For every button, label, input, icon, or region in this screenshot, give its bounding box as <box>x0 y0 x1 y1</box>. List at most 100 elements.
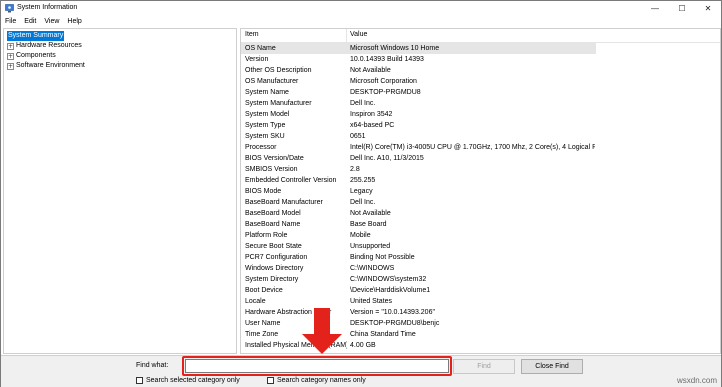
system-information-app-icon <box>5 4 14 13</box>
table-row[interactable]: SMBIOS Version 2.8 <box>241 164 596 175</box>
table-row[interactable]: Hardware Abstraction Layer Version = "10.… <box>241 307 596 318</box>
window-title: System Information <box>17 4 78 11</box>
checkbox-label: Search selected category only <box>146 377 240 384</box>
table-row[interactable]: System Directory C:\WINDOWS\system32 <box>241 274 596 285</box>
row-value-cell: United States <box>350 298 393 305</box>
row-value-cell: 2.8 <box>350 166 360 173</box>
table-row[interactable]: Other OS Description Not Available <box>241 65 596 76</box>
row-value-cell: Dell Inc. A10, 11/3/2015 <box>350 155 424 162</box>
table-row[interactable]: PCR7 Configuration Binding Not Possible <box>241 252 596 263</box>
row-item-cell: Windows Directory <box>245 265 304 272</box>
table-row[interactable]: Platform Role Mobile <box>241 230 596 241</box>
row-item-cell: OS Name <box>245 45 276 52</box>
table-row[interactable]: System Model Inspiron 3542 <box>241 109 596 120</box>
checkbox[interactable] <box>267 377 274 384</box>
column-header-item[interactable]: Item <box>245 31 259 38</box>
row-item-cell: BIOS Version/Date <box>245 155 304 162</box>
table-row[interactable]: System SKU 0651 <box>241 131 596 142</box>
row-value-cell: Microsoft Windows 10 Home <box>350 45 440 52</box>
row-value-cell: Unsupported <box>350 243 391 250</box>
row-value-cell: 0651 <box>350 133 366 140</box>
table-row[interactable]: Version 10.0.14393 Build 14393 <box>241 54 596 65</box>
tree-item-label: Components <box>16 52 56 59</box>
table-row[interactable]: BIOS Mode Legacy <box>241 186 596 197</box>
table-row[interactable]: System Manufacturer Dell Inc. <box>241 98 596 109</box>
row-value-cell: Mobile <box>350 232 371 239</box>
expand-icon[interactable]: + <box>7 62 14 70</box>
table-row[interactable]: BaseBoard Model Not Available <box>241 208 596 219</box>
row-value-cell: x64-based PC <box>350 122 395 129</box>
table-row[interactable]: BaseBoard Manufacturer Dell Inc. <box>241 197 596 208</box>
maximize-button[interactable]: ☐ <box>669 1 695 16</box>
expand-icon[interactable]: + <box>7 52 14 60</box>
column-divider[interactable] <box>346 29 347 43</box>
row-value-cell: China Standard Time <box>350 331 416 338</box>
tree-item-components[interactable]: + Components <box>7 51 56 61</box>
close-button[interactable]: ✕ <box>695 1 721 16</box>
table-row[interactable]: Processor Intel(R) Core(TM) i3-4005U CPU … <box>241 142 596 153</box>
row-value-cell: Inspiron 3542 <box>350 111 393 118</box>
row-item-cell: BaseBoard Manufacturer <box>245 199 323 206</box>
row-value-cell: Version = "10.0.14393.206" <box>350 309 435 316</box>
column-header-value[interactable]: Value <box>350 31 367 38</box>
find-button[interactable]: Find <box>453 359 515 374</box>
row-value-cell: 4.00 GB <box>350 342 376 349</box>
minimize-icon: — <box>651 4 659 13</box>
table-row[interactable]: BIOS Version/Date Dell Inc. A10, 11/3/201… <box>241 153 596 164</box>
search-category-names-option[interactable]: Search category names only <box>267 377 366 384</box>
table-row[interactable]: Embedded Controller Version 255.255 <box>241 175 596 186</box>
checkbox[interactable] <box>136 377 143 384</box>
table-row[interactable]: Installed Physical Memory (RAM) 4.00 GB <box>241 340 596 351</box>
row-item-cell: Boot Device <box>245 287 283 294</box>
table-row[interactable]: System Type x64-based PC <box>241 120 596 131</box>
row-value-cell: Binding Not Possible <box>350 254 415 261</box>
table-row[interactable]: OS Name Microsoft Windows 10 Home <box>241 43 596 54</box>
row-item-cell: BaseBoard Name <box>245 221 301 228</box>
table-row[interactable]: Secure Boot State Unsupported <box>241 241 596 252</box>
row-item-cell: System Directory <box>245 276 299 283</box>
minimize-button[interactable]: — <box>642 1 668 16</box>
table-row[interactable]: BaseBoard Name Base Board <box>241 219 596 230</box>
row-item-cell: BaseBoard Model <box>245 210 301 217</box>
row-value-cell: C:\WINDOWS\system32 <box>350 276 427 283</box>
tree-item-system-summary[interactable]: System Summary <box>7 31 65 41</box>
table-row[interactable]: OS Manufacturer Microsoft Corporation <box>241 76 596 87</box>
table-row[interactable]: User Name DESKTOP-PRGMDU8\benjc <box>241 318 596 329</box>
close-find-button[interactable]: Close Find <box>521 359 583 374</box>
row-item-cell: System Manufacturer <box>245 100 312 107</box>
row-value-cell: Not Available <box>350 210 391 217</box>
row-value-cell: Base Board <box>350 221 387 228</box>
tree-item-software-environment[interactable]: + Software Environment <box>7 61 85 71</box>
tree-item-hardware-resources[interactable]: + Hardware Resources <box>7 41 82 51</box>
menu-view[interactable]: View <box>40 18 63 25</box>
row-item-cell: System SKU <box>245 133 285 140</box>
expand-icon[interactable]: + <box>7 42 14 50</box>
annotation-highlight-box <box>182 356 452 376</box>
menu-bar: File Edit View Help <box>1 16 721 27</box>
title-bar: System Information — ☐ ✕ <box>1 1 721 16</box>
table-row[interactable]: Boot Device \Device\HarddiskVolume1 <box>241 285 596 296</box>
system-information-window: System Information — ☐ ✕ File Edit View … <box>0 0 722 387</box>
menu-help[interactable]: Help <box>63 18 85 25</box>
row-value-cell: Not Available <box>350 67 391 74</box>
table-row[interactable]: Time Zone China Standard Time <box>241 329 596 340</box>
row-value-cell: 10.0.14393 Build 14393 <box>350 56 424 63</box>
row-item-cell: System Type <box>245 122 286 129</box>
row-value-cell: Dell Inc. <box>350 100 376 107</box>
row-item-cell: SMBIOS Version <box>245 166 298 173</box>
maximize-icon: ☐ <box>678 4 686 13</box>
menu-file[interactable]: File <box>1 18 20 25</box>
table-row[interactable]: System Name DESKTOP-PRGMDU8 <box>241 87 596 98</box>
table-row[interactable]: Locale United States <box>241 296 596 307</box>
row-value-cell: C:\WINDOWS <box>350 265 395 272</box>
search-selected-category-option[interactable]: Search selected category only <box>136 377 240 384</box>
tree-item-label: Software Environment <box>16 62 85 69</box>
table-row[interactable]: Windows Directory C:\WINDOWS <box>241 263 596 274</box>
menu-edit[interactable]: Edit <box>20 18 40 25</box>
row-value-cell: 255.255 <box>350 177 376 184</box>
row-value-cell: Intel(R) Core(TM) i3-4005U CPU @ 1.70GHz… <box>350 144 595 151</box>
list-header: Item Value <box>241 29 720 43</box>
row-item-cell: PCR7 Configuration <box>245 254 308 261</box>
row-item-cell: Other OS Description <box>245 67 312 74</box>
row-item-cell: Processor <box>245 144 277 151</box>
